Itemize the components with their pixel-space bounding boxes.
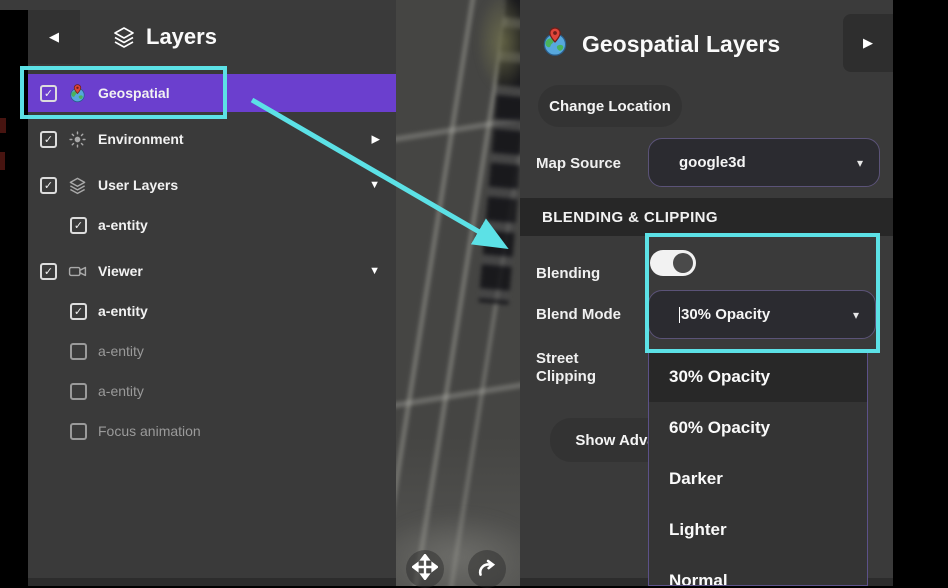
chevron-down-icon[interactable]: ▼ <box>369 179 380 191</box>
layer-label: a-entity <box>98 303 148 319</box>
layer-label: Environment <box>98 131 184 147</box>
map-source-value: google3d <box>679 154 857 171</box>
layer-label: a-entity <box>98 383 144 399</box>
rotate-icon <box>474 554 500 585</box>
rotate-button[interactable] <box>468 550 506 588</box>
back-button[interactable]: ◀ <box>28 10 80 64</box>
toggle-knob <box>673 253 693 273</box>
layer-tree-row-viewer[interactable]: ✓ Viewer ▼ <box>28 256 396 286</box>
layer-checkbox[interactable]: ✓ <box>70 303 87 320</box>
chevron-down-icon: ▾ <box>853 308 859 322</box>
section-header: BLENDING & CLIPPING <box>520 198 893 236</box>
chevron-right-icon: ▶ <box>863 35 873 51</box>
chevron-left-icon: ◀ <box>49 29 59 45</box>
scene-detail <box>0 118 6 133</box>
layer-label: User Layers <box>98 177 178 193</box>
layer-tree-row-a-entity[interactable]: a-entity <box>28 336 396 366</box>
layer-checkbox[interactable]: ✓ <box>40 263 57 280</box>
layers-panel: ◀ Layers ✓ Geospatial ✓ Environment ▶ ✓ … <box>28 10 396 578</box>
layer-checkbox[interactable]: ✓ <box>70 217 87 234</box>
globe-pin-icon <box>540 27 570 62</box>
layer-label: a-entity <box>98 217 148 233</box>
layer-tree-row-a-entity[interactable]: ✓ a-entity <box>28 296 396 326</box>
layer-tree-row-environment[interactable]: ✓ Environment ▶ <box>28 124 396 154</box>
layer-tree: ✓ Geospatial ✓ Environment ▶ ✓ User Laye… <box>28 74 396 446</box>
layers-icon <box>112 25 136 49</box>
layer-label: Viewer <box>98 263 143 279</box>
layer-checkbox[interactable]: ✓ <box>40 177 57 194</box>
blend-mode-dropdown: 30% Opacity60% OpacityDarkerLighterNorma… <box>648 351 868 586</box>
scene-detail <box>0 152 5 170</box>
layer-checkbox[interactable] <box>70 383 87 400</box>
blend-mode-option[interactable]: Normal <box>649 555 867 586</box>
map-viewport[interactable] <box>396 0 520 586</box>
blend-mode-value: 30% Opacity <box>679 306 853 323</box>
layer-checkbox[interactable] <box>70 423 87 440</box>
blend-mode-select[interactable]: 30% Opacity ▾ <box>648 290 876 339</box>
layer-tree-row-geospatial[interactable]: ✓ Geospatial <box>28 74 396 112</box>
blending-label: Blending <box>536 265 600 282</box>
layer-label: Focus animation <box>98 423 201 439</box>
text-cursor <box>679 307 680 323</box>
map-source-label: Map Source <box>536 155 621 172</box>
blend-mode-option[interactable]: Darker <box>649 453 867 504</box>
layer-tree-row-a-entity[interactable]: ✓ a-entity <box>28 210 396 240</box>
blend-mode-option[interactable]: Lighter <box>649 504 867 555</box>
layer-label: a-entity <box>98 343 144 359</box>
chevron-right-icon[interactable]: ▶ <box>372 133 380 146</box>
layer-checkbox[interactable]: ✓ <box>40 131 57 148</box>
move-button[interactable] <box>406 550 444 588</box>
layer-tree-row-a-entity[interactable]: a-entity <box>28 376 396 406</box>
layer-checkbox[interactable] <box>70 343 87 360</box>
layers-icon <box>68 176 87 195</box>
layer-checkbox[interactable]: ✓ <box>40 85 57 102</box>
globe-pin-icon <box>68 84 87 103</box>
sun-icon <box>68 130 87 149</box>
scene-backdrop <box>28 578 396 586</box>
panel-title: Layers <box>146 24 217 50</box>
foliage <box>476 0 520 92</box>
chevron-down-icon: ▾ <box>857 156 863 170</box>
camera-icon <box>68 262 87 281</box>
layers-header: ◀ Layers <box>28 10 396 64</box>
street-clipping-label: Street Clipping <box>536 350 618 386</box>
layer-label: Geospatial <box>98 85 170 101</box>
layer-tree-row-user-layers[interactable]: ✓ User Layers ▼ <box>28 170 396 200</box>
collapse-panel-button[interactable]: ▶ <box>843 14 893 72</box>
chevron-down-icon[interactable]: ▼ <box>369 265 380 277</box>
layer-tree-row-focus-animation[interactable]: Focus animation <box>28 416 396 446</box>
panel-title: Geospatial Layers <box>582 31 780 58</box>
map-source-select[interactable]: google3d ▾ <box>648 138 880 187</box>
move-icon <box>412 554 438 585</box>
blending-toggle[interactable] <box>650 250 696 276</box>
change-location-button[interactable]: Change Location <box>538 85 682 127</box>
blend-mode-option[interactable]: 60% Opacity <box>649 402 867 453</box>
blend-mode-label: Blend Mode <box>536 306 621 323</box>
blend-mode-option[interactable]: 30% Opacity <box>649 351 867 402</box>
